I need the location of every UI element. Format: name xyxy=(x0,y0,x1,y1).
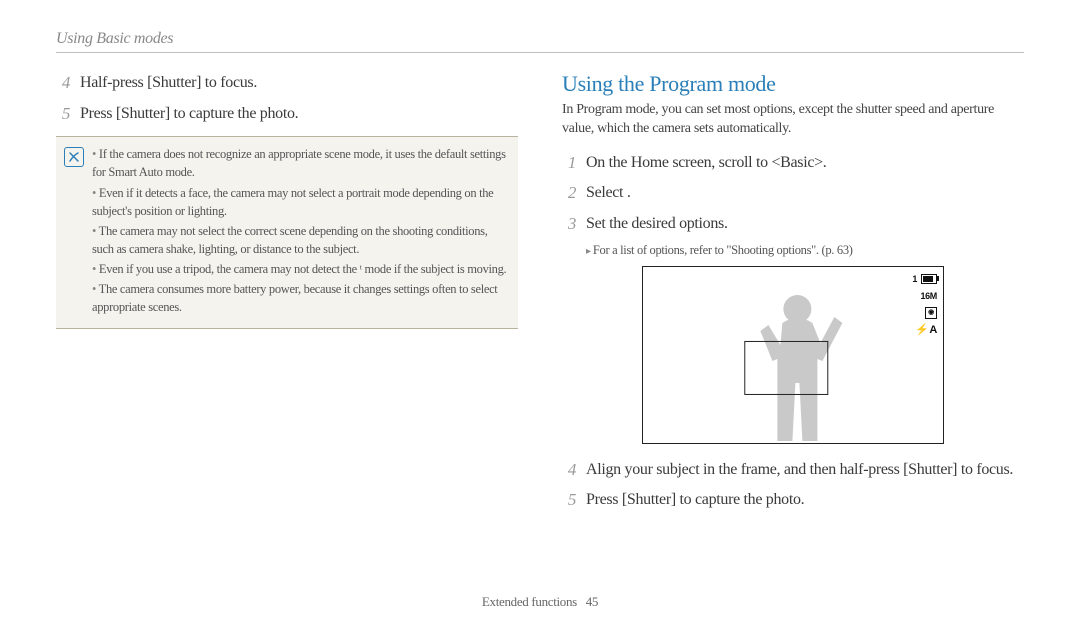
step-text: Half-press [Shutter] to focus. xyxy=(80,71,257,96)
step-text: Align your subject in the frame, and the… xyxy=(586,458,1013,483)
osd-resolution: 16M xyxy=(920,290,937,302)
running-head: Using Basic modes xyxy=(56,30,1024,48)
footer-page-number: 45 xyxy=(586,594,598,609)
step-4: 4 Align your subject in the frame, and t… xyxy=(562,458,1024,483)
note-item: Even if you use a tripod, the camera may… xyxy=(92,260,508,278)
osd-overlay: 1 16M ◉ ⚡ A xyxy=(912,273,937,336)
step-number: 1 xyxy=(562,151,576,176)
step-text: Press [Shutter] to capture the photo. xyxy=(80,102,298,127)
step-number: 4 xyxy=(56,71,70,96)
step-2: 2 Select . xyxy=(562,181,1024,206)
step-text: Select . xyxy=(586,181,631,206)
step-text: Press [Shutter] to capture the photo. xyxy=(586,488,804,513)
left-column: 4 Half-press [Shutter] to focus. 5 Press… xyxy=(56,71,518,519)
focus-frame-icon xyxy=(744,341,828,395)
note-list: If the camera does not recognize an appr… xyxy=(92,145,508,318)
step-4: 4 Half-press [Shutter] to focus. xyxy=(56,71,518,96)
step-number: 5 xyxy=(56,102,70,127)
note-item: Even if it detects a face, the camera ma… xyxy=(92,184,508,220)
step-number: 5 xyxy=(562,488,576,513)
camera-preview: 1 16M ◉ ⚡ A xyxy=(642,266,944,444)
osd-flash: ⚡ A xyxy=(915,324,937,336)
battery-icon xyxy=(921,274,937,284)
step-3: 3 Set the desired options. xyxy=(562,212,1024,237)
osd-res-label: 16M xyxy=(920,291,937,301)
osd-shot-count: 1 xyxy=(912,274,917,284)
section-heading: Using the Program mode xyxy=(562,71,1024,97)
manual-page: Using Basic modes 4 Half-press [Shutter]… xyxy=(0,0,1080,630)
flash-bolt-icon: ⚡ xyxy=(915,323,928,336)
note-item: If the camera does not recognize an appr… xyxy=(92,145,508,181)
right-column: Using the Program mode In Program mode, … xyxy=(562,71,1024,519)
step-text: Set the desired options. xyxy=(586,212,728,237)
note-item: The camera may not select the correct sc… xyxy=(92,222,508,258)
osd-metering: ◉ xyxy=(925,307,937,319)
step-3-substep: For a list of options, refer to "Shootin… xyxy=(586,243,1024,258)
metering-icon: ◉ xyxy=(925,307,937,319)
step-5: 5 Press [Shutter] to capture the photo. xyxy=(562,488,1024,513)
camera-preview-wrap: 1 16M ◉ ⚡ A xyxy=(562,266,1024,444)
step-1: 1 On the Home screen, scroll to <Basic>. xyxy=(562,151,1024,176)
step-text: On the Home screen, scroll to <Basic>. xyxy=(586,151,827,176)
page-footer: Extended functions 45 xyxy=(0,594,1080,610)
header-rule xyxy=(56,52,1024,53)
two-column-layout: 4 Half-press [Shutter] to focus. 5 Press… xyxy=(56,71,1024,519)
footer-section: Extended functions xyxy=(482,594,577,609)
note-icon xyxy=(64,147,84,167)
step-5: 5 Press [Shutter] to capture the photo. xyxy=(56,102,518,127)
section-intro: In Program mode, you can set most option… xyxy=(562,101,1024,139)
note-box: If the camera does not recognize an appr… xyxy=(56,136,518,329)
step-number: 4 xyxy=(562,458,576,483)
osd-shots-battery: 1 xyxy=(912,273,937,285)
osd-flash-label: A xyxy=(929,324,937,336)
step-number: 2 xyxy=(562,181,576,206)
note-item: The camera consumes more battery power, … xyxy=(92,280,508,316)
step-number: 3 xyxy=(562,212,576,237)
